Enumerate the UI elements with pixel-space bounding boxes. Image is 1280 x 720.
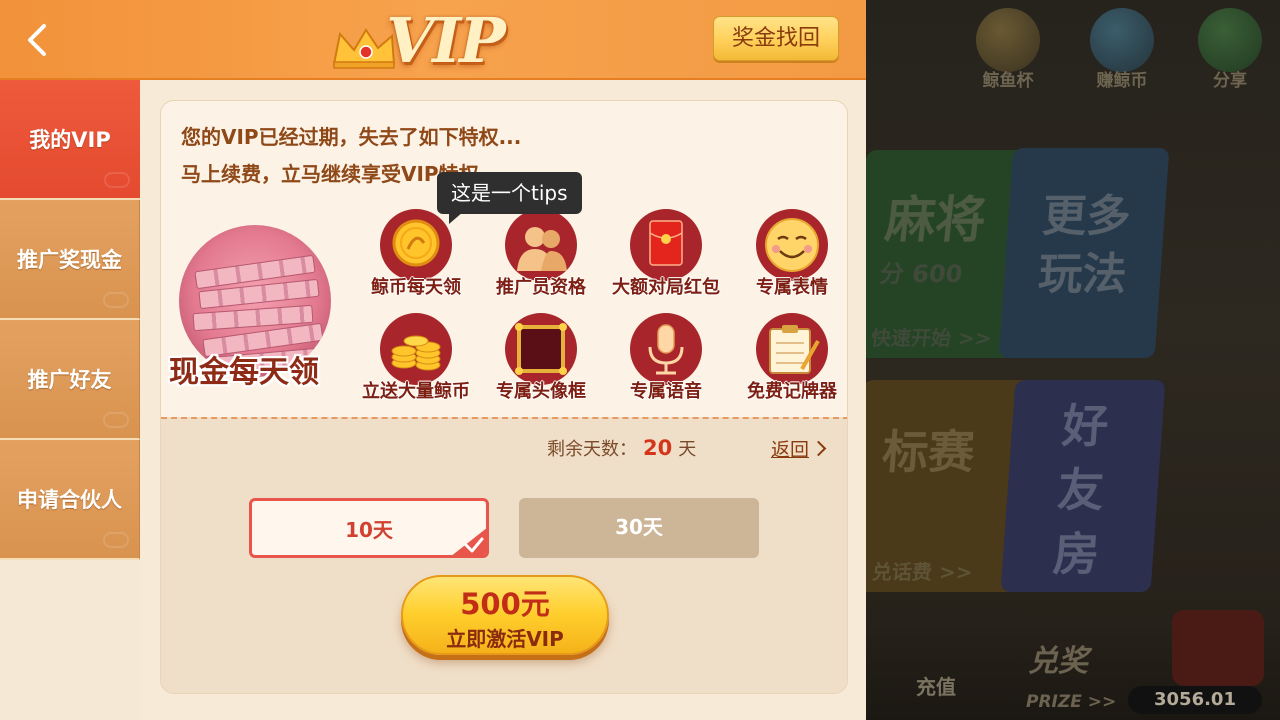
watermark-icon: [103, 412, 129, 428]
sidebar-item-partner[interactable]: 申请合伙人: [0, 440, 140, 560]
chevron-right-icon: [810, 440, 827, 457]
remaining-label: 剩余天数：: [547, 439, 637, 460]
activate-price: 500元: [460, 587, 550, 621]
wechat-icon: 分享: [1182, 8, 1278, 91]
trophy-icon: 鲸鱼杯: [960, 8, 1056, 91]
smiley-face-icon: [756, 209, 828, 281]
vip-content-card: 您的VIP已经过期，失去了如下特权... 马上续费，立马继续享受VIP特权 现金…: [160, 100, 848, 694]
option-label: 30天: [615, 515, 663, 539]
privilege-label: 推广员资格: [496, 277, 586, 298]
friend-room-card: 好友房: [1000, 380, 1166, 592]
remaining-days: 剩余天数： 20 天: [547, 435, 696, 461]
privilege-label: 免费记牌器: [747, 381, 837, 402]
privilege-label: 立送大量鲸币: [362, 381, 470, 402]
vip-logo: VIP: [330, 4, 520, 77]
tooltip: 这是一个tips: [437, 172, 582, 224]
privilege-daily-coins[interactable]: 鲸币每天领: [346, 209, 486, 299]
privilege-avatar-frame[interactable]: 专属头像框: [471, 313, 611, 403]
privileges-section: 您的VIP已经过期，失去了如下特权... 马上续费，立马继续享受VIP特权 现金…: [161, 101, 847, 417]
expired-message: 您的VIP已经过期，失去了如下特权...: [181, 125, 522, 149]
card-counter-icon: [756, 313, 828, 385]
vip-panel: VIP 奖金找回 我的VIP 推广奖现金 推广好友 申请合伙人 您的VIP已经过…: [0, 0, 866, 720]
avatar-frame-icon: [505, 313, 577, 385]
bonus-recovery-button[interactable]: 奖金找回: [713, 16, 839, 61]
redeem-label: 兑奖: [1028, 644, 1088, 679]
return-link[interactable]: 返回: [771, 435, 827, 462]
sidebar-item-label: 推广好友: [27, 368, 112, 392]
privilege-promoter[interactable]: 推广员资格: [471, 209, 611, 299]
activate-label: 立即激活VIP: [446, 627, 564, 651]
people-icon: [505, 209, 577, 281]
sidebar-item-label: 推广奖现金: [17, 248, 122, 272]
option-10-days[interactable]: 10天: [249, 498, 489, 558]
privilege-label: 大额对局红包: [612, 277, 720, 298]
sidebar-item-promo-friends[interactable]: 推广好友: [0, 320, 140, 440]
red-envelope-icon: [630, 209, 702, 281]
vip-title: VIP: [386, 4, 506, 77]
dashed-divider: [161, 417, 847, 419]
sidebar-item-label: 申请合伙人: [17, 488, 122, 512]
checkmark-icon: [452, 528, 486, 555]
sidebar-item-promo-cash[interactable]: 推广奖现金: [0, 200, 140, 320]
privilege-red-packet[interactable]: 大额对局红包: [596, 209, 736, 299]
back-button[interactable]: [18, 20, 58, 60]
privilege-card-counter[interactable]: 免费记牌器: [722, 313, 847, 403]
red-envelope-icon: [1172, 610, 1264, 686]
privilege-voice[interactable]: 专属语音: [596, 313, 736, 403]
watermark-icon: [103, 532, 129, 548]
return-label: 返回: [771, 439, 810, 461]
featured-privilege-label: 现金每天领: [169, 355, 319, 390]
gold-coin-icon: [380, 209, 452, 281]
privilege-emoji[interactable]: 专属表情: [722, 209, 847, 299]
prize-label: PRIZE >>: [1026, 692, 1117, 712]
coin-stack-icon: [380, 313, 452, 385]
option-30-days[interactable]: 30天: [519, 498, 759, 558]
watermark-icon: [104, 172, 130, 188]
whale-icon: 赚鲸币: [1074, 8, 1170, 91]
activate-vip-button[interactable]: 500元 立即激活VIP: [401, 575, 609, 655]
remaining-days-unit: 天: [678, 439, 697, 460]
privilege-label: 专属语音: [630, 381, 702, 402]
chevron-left-icon: [28, 24, 46, 56]
remaining-days-value: 20: [643, 436, 673, 460]
more-games-card: 更多玩法: [998, 148, 1170, 358]
bottom-bar: 充值 兑奖 PRIZE >> 3056.01: [866, 610, 1280, 720]
watermark-icon: [103, 292, 129, 308]
balance-display: 3056.01: [1128, 686, 1262, 714]
recharge-label: 充值: [916, 675, 956, 699]
vip-header: VIP 奖金找回: [0, 0, 866, 80]
privilege-label: 专属头像框: [496, 381, 586, 402]
option-label: 10天: [345, 518, 393, 542]
sidebar-item-my-vip[interactable]: 我的VIP: [0, 80, 140, 200]
privilege-label: 鲸币每天领: [371, 277, 461, 298]
renew-message: 马上续费，立马继续享受VIP特权: [181, 162, 479, 186]
lobby-background: 鲸鱼杯 赚鲸币 分享 麻将 分 600 快速开始 >> 更多玩法 标赛 兑话费 …: [866, 0, 1280, 720]
privilege-label: 专属表情: [756, 277, 828, 298]
sidebar-item-label: 我的VIP: [29, 128, 111, 152]
privilege-free-coins[interactable]: 立送大量鲸币: [346, 313, 486, 403]
microphone-icon: [630, 313, 702, 385]
sidebar: 我的VIP 推广奖现金 推广好友 申请合伙人: [0, 80, 140, 720]
